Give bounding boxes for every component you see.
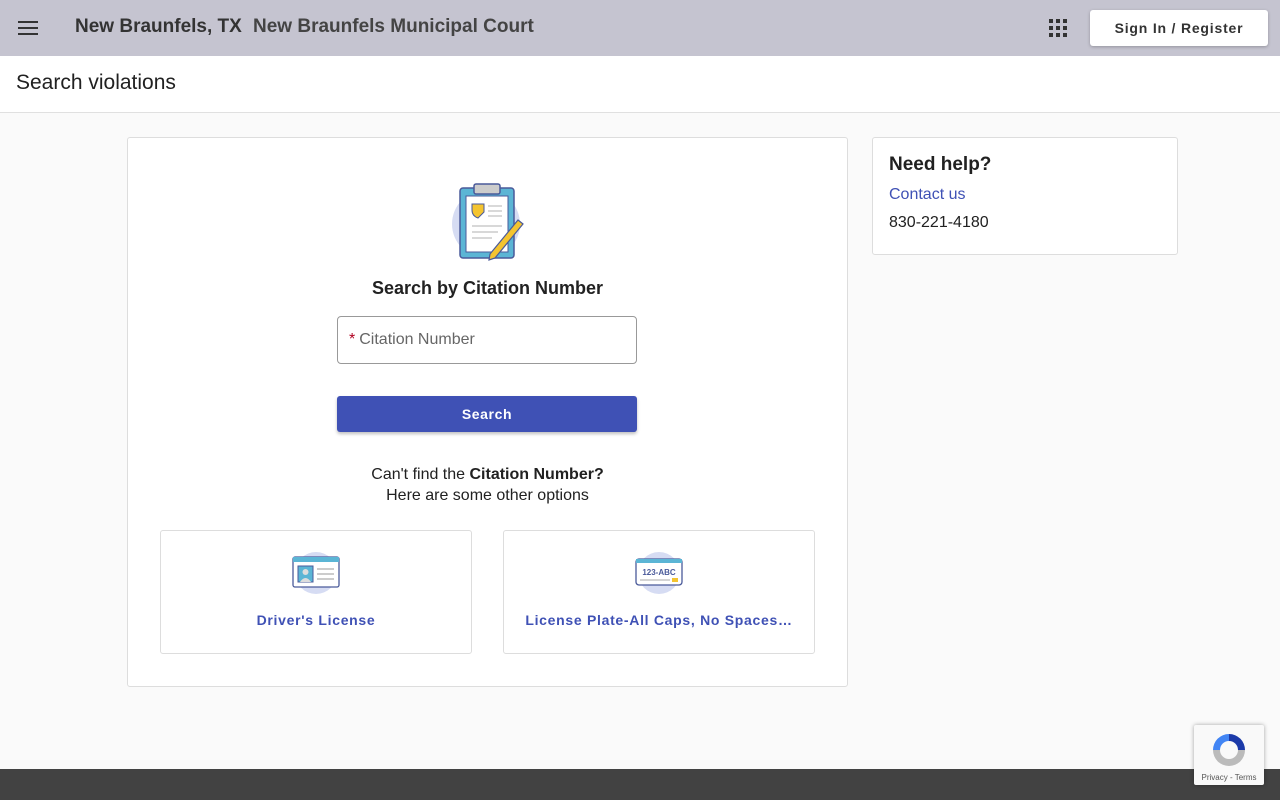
other-options-text: Can't find the Citation Number? Here are… <box>128 464 847 506</box>
cant-find-bold: Citation Number? <box>469 466 604 483</box>
top-app-bar: New Braunfels, TX New Braunfels Municipa… <box>0 0 1280 56</box>
help-title: Need help? <box>889 154 992 175</box>
cant-find-text: Can't find the <box>371 466 470 483</box>
other-options-label: Here are some other options <box>386 487 589 504</box>
required-mark: * <box>349 331 356 348</box>
page-header: Search violations <box>0 56 1280 113</box>
sign-in-register-button[interactable]: Sign In / Register <box>1090 10 1268 46</box>
search-button[interactable]: Search <box>337 396 637 432</box>
license-plate-icon: 123-ABC <box>635 552 683 594</box>
license-plate-option[interactable]: 123-ABC License Plate-All Caps, No Space… <box>503 530 815 654</box>
apps-grid-icon[interactable] <box>1049 19 1067 37</box>
citation-number-placeholder: Citation Number <box>359 331 475 348</box>
menu-icon[interactable] <box>18 19 38 37</box>
clipboard-icon <box>452 183 524 261</box>
help-card: Need help? Contact us 830-221-4180 <box>872 137 1178 255</box>
separator: - <box>1227 773 1235 782</box>
search-card: Search by Citation Number * Citation Numb… <box>127 137 848 687</box>
footer <box>0 769 1280 800</box>
page-title: Search violations <box>16 71 176 94</box>
contact-us-link[interactable]: Contact us <box>889 186 1161 204</box>
drivers-license-option[interactable]: Driver's License <box>160 530 472 654</box>
privacy-link[interactable]: Privacy <box>1202 773 1228 782</box>
license-plate-label: License Plate-All Caps, No Spaces… <box>525 612 793 628</box>
plate-text: 123-ABC <box>642 568 676 577</box>
terms-link[interactable]: Terms <box>1235 773 1257 782</box>
search-heading: Search by Citation Number <box>371 278 604 298</box>
location-title: New Braunfels, TX <box>75 16 242 37</box>
phone-number: 830-221-4180 <box>889 214 989 231</box>
recaptcha-links[interactable]: Privacy - Terms <box>1194 773 1264 782</box>
drivers-license-label: Driver's License <box>256 612 376 628</box>
recaptcha-icon <box>1213 734 1245 766</box>
citation-number-input[interactable]: * Citation Number <box>337 316 637 364</box>
id-card-icon <box>292 552 340 594</box>
recaptcha-badge[interactable]: Privacy - Terms <box>1194 725 1264 785</box>
court-title: New Braunfels Municipal Court <box>253 16 534 37</box>
